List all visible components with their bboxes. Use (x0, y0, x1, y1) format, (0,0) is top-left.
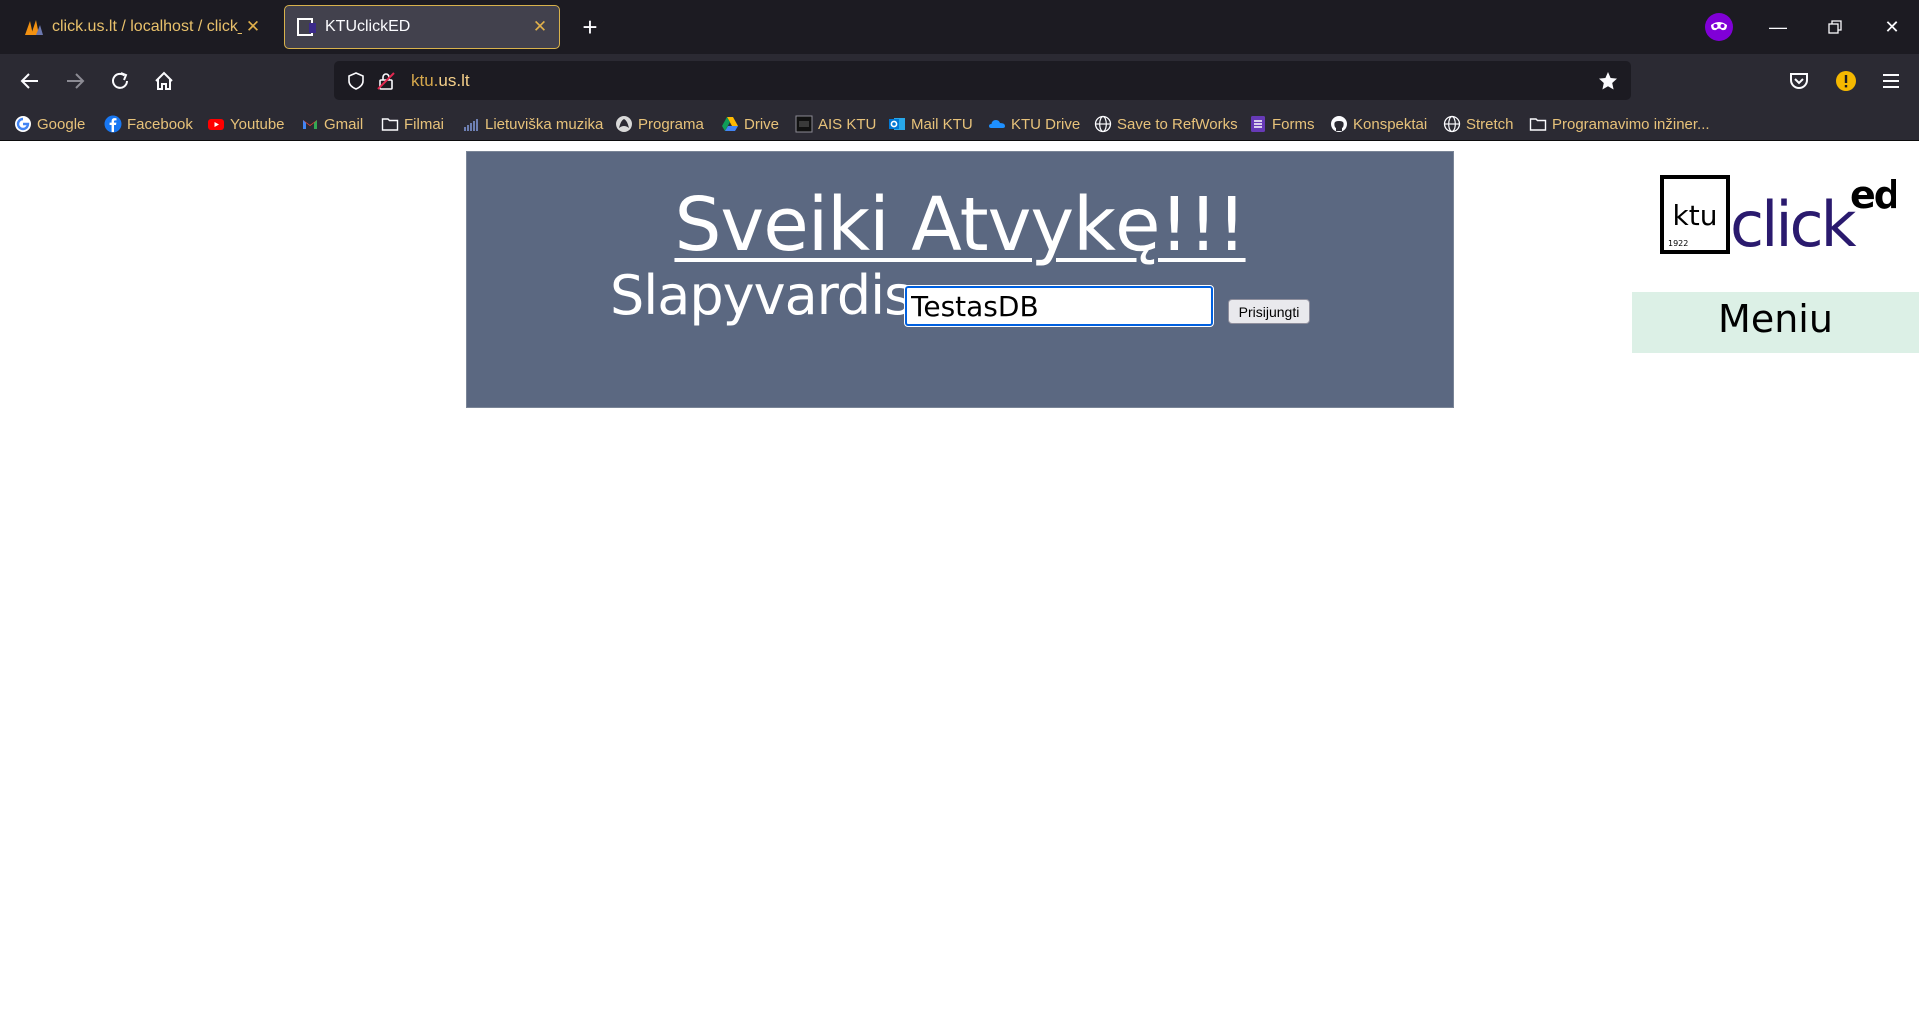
globe-icon (1094, 115, 1112, 133)
bookmark-label: Facebook (127, 115, 193, 133)
insecure-lock-icon[interactable] (376, 71, 396, 91)
bookmark-label: Forms (1272, 115, 1315, 133)
forward-button[interactable] (61, 67, 89, 95)
bookmark-ais-ktu[interactable]: AIS KTU (795, 113, 876, 135)
logo-superscript: ed (1850, 174, 1896, 217)
github-icon (1331, 116, 1347, 132)
bookmark-stretch[interactable]: Stretch (1443, 113, 1514, 135)
close-tab-icon[interactable]: ✕ (242, 17, 264, 37)
ktu-favicon-icon (297, 18, 316, 36)
private-browsing-icon (1705, 13, 1733, 41)
bookmark-konspektai[interactable]: Konspektai (1330, 113, 1427, 135)
welcome-heading: Sveiki Atvykę!!! (674, 182, 1246, 268)
onedrive-icon (989, 120, 1005, 128)
bookmark-label: Lietuviška muzika (485, 115, 604, 133)
bookmark-label: Konspektai (1353, 115, 1428, 133)
login-button[interactable]: Prisijungti (1228, 299, 1310, 324)
bookmark-star-icon[interactable] (1597, 70, 1619, 92)
program-icon (616, 116, 632, 132)
nickname-input[interactable] (904, 285, 1214, 327)
bookmark-label: Stretch (1466, 115, 1514, 133)
hamburger-menu-icon[interactable] (1878, 68, 1904, 94)
folder-icon (381, 118, 399, 131)
bookmark-lietuviska-muzika[interactable]: Lietuviška muzika (462, 113, 603, 135)
logo-box-text: ktu (1673, 199, 1718, 232)
shield-icon[interactable] (346, 71, 366, 91)
close-tab-icon[interactable]: ✕ (529, 17, 551, 37)
bookmark-label: Youtube (230, 115, 285, 133)
bookmark-youtube[interactable]: Youtube (207, 113, 285, 135)
back-button[interactable] (16, 67, 44, 95)
extension-icon[interactable] (1833, 68, 1859, 94)
globe-icon (1443, 115, 1461, 133)
bookmark-forms[interactable]: Forms (1249, 113, 1315, 135)
restore-button[interactable] (1820, 14, 1850, 40)
logo-word: click (1730, 188, 1857, 258)
gmail-icon (303, 120, 317, 129)
bookmark-google[interactable]: Google (14, 113, 85, 135)
bookmark-facebook[interactable]: Facebook (104, 113, 193, 135)
home-button[interactable] (150, 67, 178, 95)
bookmark-ktu-drive[interactable]: KTU Drive (988, 113, 1080, 135)
bookmark-label: Programa (638, 115, 704, 133)
bookmark-label: Programavimo inžiner... (1552, 115, 1710, 133)
bookmark-label: Mail KTU (911, 115, 973, 133)
forms-icon (1251, 116, 1265, 132)
bookmark-save-to-refworks[interactable]: Save to RefWorks (1094, 113, 1238, 135)
google-icon (15, 116, 31, 132)
pocket-icon[interactable] (1786, 68, 1812, 94)
bookmark-label: Filmai (404, 115, 444, 133)
bookmark-folder-filmai[interactable]: Filmai (381, 113, 444, 135)
drive-icon (722, 117, 738, 131)
minimize-button[interactable]: — (1763, 14, 1793, 40)
bookmark-label: KTU Drive (1011, 115, 1081, 133)
tab-title: click.us.lt / localhost / click_game (52, 18, 242, 35)
bookmark-folder-programavimo[interactable]: Programavimo inžiner... (1529, 113, 1710, 135)
url-domain: us.lt (438, 71, 470, 90)
bookmark-label: Google (37, 115, 86, 133)
tab-phpmyadmin[interactable]: click.us.lt / localhost / click_game ✕ (12, 5, 272, 49)
youtube-icon (208, 119, 224, 130)
close-window-button[interactable]: ✕ (1877, 14, 1907, 40)
ais-icon (795, 115, 813, 133)
url-text[interactable]: ktu.us.lt (411, 71, 470, 91)
navigation-toolbar: ktu.us.lt (0, 54, 1919, 107)
bookmark-label: Drive (744, 115, 780, 133)
outlook-icon (889, 118, 905, 130)
bookmark-label: Gmail (324, 115, 364, 133)
login-panel: Sveiki Atvykę!!! Slapyvardis Prisijungti (466, 151, 1454, 408)
facebook-icon (104, 115, 122, 133)
url-prefix: ktu. (411, 71, 439, 90)
bookmark-programa[interactable]: Programa (615, 113, 704, 135)
folder-icon (1529, 118, 1547, 131)
reload-button[interactable] (106, 67, 134, 95)
address-bar[interactable]: ktu.us.lt (334, 61, 1631, 100)
bookmark-drive[interactable]: Drive (721, 113, 779, 135)
logo-year: 1922 (1668, 239, 1688, 248)
tab-title: KTUclickED (325, 18, 411, 35)
menu-panel[interactable]: Meniu (1632, 292, 1919, 353)
phpmyadmin-icon (25, 20, 43, 35)
bookmark-label: Save to RefWorks (1117, 115, 1238, 133)
new-tab-button[interactable]: + (575, 12, 605, 42)
nickname-label: Slapyvardis (610, 264, 912, 327)
tab-ktuclicked[interactable]: KTUclickED ✕ (284, 5, 560, 49)
tab-strip: click.us.lt / localhost / click_game ✕ K… (0, 0, 1919, 54)
bookmark-gmail[interactable]: Gmail (301, 113, 363, 135)
bookmarks-toolbar: Google Facebook Youtube Gmail Filmai Lie… (0, 107, 1919, 141)
menu-label: Meniu (1718, 297, 1833, 341)
bookmark-mail-ktu[interactable]: Mail KTU (888, 113, 973, 135)
music-icon (464, 119, 478, 131)
bookmark-label: AIS KTU (818, 115, 877, 133)
ktu-clicked-logo: ktu 1922 click ed (1660, 174, 1896, 258)
